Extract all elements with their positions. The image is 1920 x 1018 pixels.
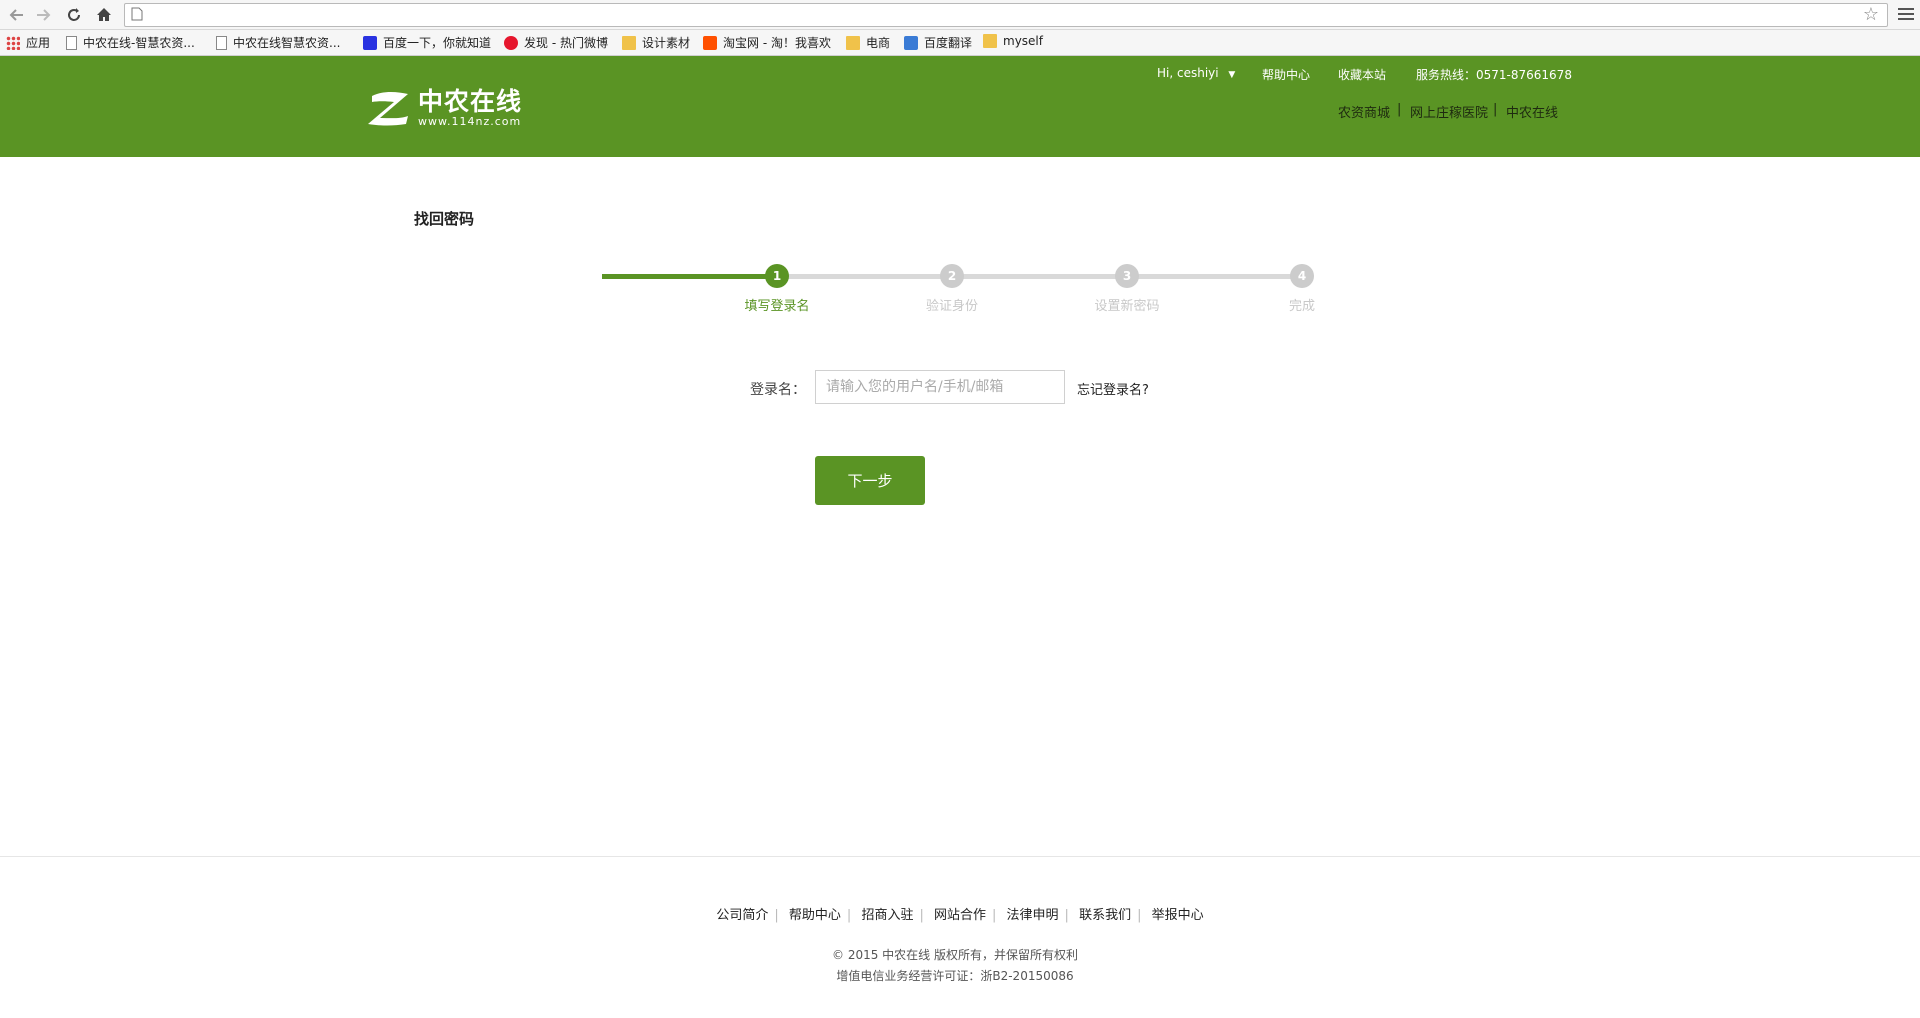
bookmark-label: 应用 bbox=[26, 36, 51, 50]
bookmark-label: 中农在线-智慧农资... bbox=[83, 36, 195, 50]
next-step-button[interactable]: 下一步 bbox=[815, 456, 925, 505]
step-label: 填写登录名 bbox=[744, 299, 810, 314]
bookmark-item[interactable]: 中农在线-智慧农资... bbox=[66, 34, 195, 51]
footer-link-legal[interactable]: 法律申明 bbox=[1007, 908, 1059, 923]
taobao-icon bbox=[703, 35, 717, 50]
bookmark-label: 发现 - 热门微博 bbox=[524, 36, 608, 50]
browser-toolbar: ☆ bbox=[0, 0, 1920, 30]
bookmark-item[interactable]: 百度一下，你就知道 bbox=[363, 34, 491, 51]
step-number: 1 bbox=[765, 264, 789, 288]
divider: | bbox=[1397, 102, 1402, 117]
separator: | bbox=[774, 908, 779, 923]
login-name-label: 登录名： bbox=[750, 382, 806, 398]
baidu-translate-icon bbox=[904, 35, 918, 50]
copyright-text: © 2015 中农在线 版权所有，并保留所有权利 bbox=[832, 948, 1078, 962]
home-button[interactable] bbox=[93, 4, 115, 26]
step-label: 验证身份 bbox=[925, 299, 978, 314]
bookmark-item[interactable]: 发现 - 热门微博 bbox=[504, 34, 608, 51]
zhongnong-link[interactable]: 中农在线 bbox=[1506, 102, 1558, 121]
bookmark-label: 百度翻译 bbox=[924, 36, 973, 50]
folder-icon bbox=[622, 35, 636, 50]
step-label: 设置新密码 bbox=[1094, 299, 1160, 314]
baidu-paw-icon bbox=[363, 35, 377, 50]
page-icon bbox=[66, 35, 77, 50]
separator: | bbox=[1137, 908, 1142, 923]
site-header: 中农在线 www.114nz.com Hi, ceshiyi ▼ 帮助中心 收藏… bbox=[0, 56, 1920, 157]
bookmark-item[interactable]: 百度翻译 bbox=[904, 34, 972, 51]
folder-icon bbox=[983, 34, 997, 48]
step-3: 3 设置新密码 bbox=[1057, 262, 1197, 314]
folder-icon bbox=[846, 35, 860, 50]
footer-link-merchants[interactable]: 招商入驻 bbox=[861, 908, 913, 923]
reload-icon bbox=[68, 8, 80, 21]
arrow-right-icon bbox=[37, 9, 51, 21]
separator: | bbox=[919, 908, 924, 923]
bookmark-item[interactable]: 中农在线智慧农资... bbox=[216, 34, 340, 51]
bookmark-site-link[interactable]: 收藏本站 bbox=[1338, 66, 1386, 83]
logo-name: 中农在线 bbox=[418, 87, 523, 116]
footer-link-cooperation[interactable]: 网站合作 bbox=[934, 908, 986, 923]
step-number: 3 bbox=[1115, 264, 1139, 288]
bookmark-label: 淘宝网 - 淘！我喜欢 bbox=[723, 36, 831, 50]
home-icon bbox=[97, 8, 111, 21]
footer-link-about[interactable]: 公司简介 bbox=[716, 908, 768, 923]
bookmarks-bar: 应用 中农在线-智慧农资... 中农在线智慧农资... 百度一下，你就知道 发现… bbox=[0, 30, 1920, 56]
footer-link-contact[interactable]: 联系我们 bbox=[1079, 908, 1131, 923]
step-label: 完成 bbox=[1288, 299, 1315, 314]
arrow-left-icon bbox=[9, 9, 23, 21]
weibo-icon bbox=[504, 35, 518, 50]
separator: | bbox=[992, 908, 997, 923]
separator: | bbox=[846, 908, 852, 923]
bookmark-item[interactable]: 电商 bbox=[846, 34, 890, 51]
apps-grid-icon bbox=[6, 35, 20, 50]
page-icon bbox=[131, 7, 143, 21]
forward-button[interactable] bbox=[32, 4, 54, 26]
progress-steps: 1 填写登录名 2 验证身份 3 设置新密码 4 完成 bbox=[602, 262, 1315, 322]
bookmark-label: myself bbox=[1003, 34, 1043, 48]
step-1: 1 填写登录名 bbox=[707, 262, 847, 314]
step-2: 2 验证身份 bbox=[882, 262, 1022, 314]
bookmark-item[interactable]: 设计素材 bbox=[622, 34, 690, 51]
separator: | bbox=[1064, 908, 1069, 923]
footer-links: 公司简介 | 帮助中心 | 招商入驻 | 网站合作 | 法律申明 | 联系我们 | 举报中心 bbox=[0, 904, 1920, 923]
hotline-text: 服务热线：0571-87661678 bbox=[1416, 68, 1572, 82]
caret-down-icon: ▼ bbox=[1228, 70, 1236, 80]
login-name-input[interactable] bbox=[815, 370, 1065, 404]
step-number: 2 bbox=[940, 264, 964, 288]
reload-button[interactable] bbox=[63, 4, 85, 26]
page-icon bbox=[216, 35, 227, 50]
bookmark-label: 中农在线智慧农资... bbox=[233, 36, 341, 50]
user-greeting: Hi, ceshiyi bbox=[1157, 66, 1219, 80]
crop-hospital-link[interactable]: 网上庄稼医院 bbox=[1410, 102, 1488, 121]
footer-link-help[interactable]: 帮助中心 bbox=[789, 908, 841, 923]
site-logo[interactable]: 中农在线 www.114nz.com bbox=[366, 86, 522, 130]
bookmark-label: 百度一下，你就知道 bbox=[383, 36, 492, 50]
login-name-row: 登录名： 忘记登录名? bbox=[0, 370, 1920, 406]
page-title: 找回密码 bbox=[414, 210, 475, 228]
logo-z-icon bbox=[368, 92, 408, 126]
footer-link-report[interactable]: 举报中心 bbox=[1152, 908, 1204, 923]
browser-menu-icon[interactable] bbox=[1898, 5, 1914, 23]
bookmark-label: 设计素材 bbox=[642, 36, 691, 50]
bookmark-item[interactable]: 应用 bbox=[6, 34, 50, 51]
forgot-login-name-link[interactable]: 忘记登录名? bbox=[1077, 379, 1149, 398]
back-button[interactable] bbox=[6, 4, 28, 26]
bookmark-item[interactable]: 淘宝网 - 淘！我喜欢 bbox=[703, 34, 831, 51]
address-bar[interactable]: ☆ bbox=[124, 3, 1888, 27]
license-text: 增值电信业务经营许可证：浙B2-20150086 bbox=[836, 969, 1074, 983]
footer-divider bbox=[0, 856, 1920, 857]
user-menu[interactable]: Hi, ceshiyi ▼ bbox=[1157, 66, 1235, 80]
step-4: 4 完成 bbox=[1232, 262, 1372, 314]
bookmark-label: 电商 bbox=[866, 36, 891, 50]
help-center-link[interactable]: 帮助中心 bbox=[1262, 66, 1310, 83]
divider: | bbox=[1493, 102, 1498, 117]
step-number: 4 bbox=[1290, 264, 1314, 288]
logo-url: www.114nz.com bbox=[418, 115, 522, 128]
agri-mall-link[interactable]: 农资商城 bbox=[1338, 102, 1390, 121]
bookmark-star-icon[interactable]: ☆ bbox=[1863, 5, 1879, 25]
bookmark-item[interactable]: myself bbox=[983, 34, 1043, 48]
